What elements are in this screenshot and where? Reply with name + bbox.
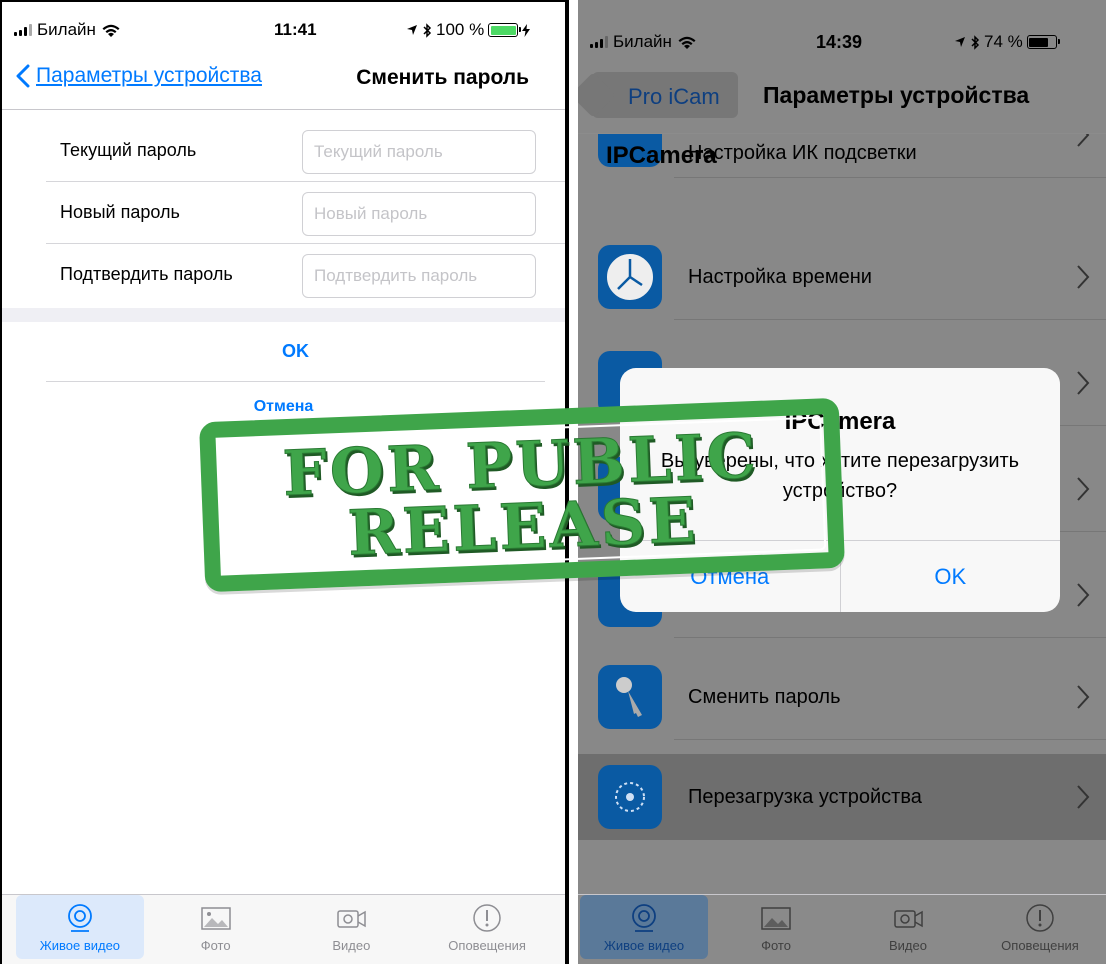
- list-item-label: Перезагрузка устройства: [688, 785, 922, 808]
- page-title: Сменить пароль: [356, 66, 529, 89]
- signal-icon: [590, 36, 608, 48]
- wifi-icon: [102, 24, 120, 37]
- ok-button[interactable]: OK: [46, 322, 545, 382]
- nav-bar: Параметры устройства Сменить пароль: [2, 50, 565, 110]
- status-time: 11:41: [274, 20, 317, 39]
- chevron-right-icon: [1077, 477, 1090, 501]
- chevron-right-icon: [1077, 134, 1090, 147]
- tab-alerts[interactable]: Оповещения: [976, 895, 1104, 959]
- carrier-indicator: Билайн: [590, 32, 697, 52]
- tab-video[interactable]: Видео: [287, 895, 415, 959]
- tab-live-video[interactable]: Живое видео: [15, 895, 144, 959]
- tab-video[interactable]: Видео: [844, 895, 972, 959]
- video-icon: [894, 910, 923, 928]
- carrier-name: Билайн: [37, 20, 96, 39]
- carrier-indicator: Билайн: [14, 20, 121, 40]
- wifi-icon: [678, 36, 696, 49]
- battery-percent: 100 %: [436, 20, 485, 39]
- live-video-icon: [67, 904, 92, 932]
- tab-label: Фото: [200, 938, 231, 953]
- list-item-label: Настройка ИК подсветки: [688, 142, 917, 164]
- battery-icon: [1026, 35, 1060, 49]
- tab-label: Живое видео: [603, 938, 685, 953]
- current-password-input[interactable]: [302, 130, 536, 174]
- nav-bar: Pro iCam Параметры устройства: [578, 60, 1106, 134]
- live-video-icon: [632, 904, 656, 932]
- section-gap: [2, 308, 565, 322]
- new-password-input[interactable]: [302, 192, 536, 236]
- chevron-right-icon: [1077, 583, 1090, 607]
- charging-icon: [522, 23, 531, 37]
- status-bar: Билайн 14:39 74 %: [578, 0, 1106, 60]
- alert-icon: [473, 904, 501, 932]
- list-item[interactable]: Сменить пароль: [578, 654, 1106, 740]
- keys-icon: [598, 665, 662, 729]
- photo-icon: [761, 907, 791, 930]
- signal-icon: [14, 24, 32, 36]
- reboot-icon: [598, 765, 662, 829]
- chevron-right-icon: [1077, 371, 1090, 395]
- current-password-label: Текущий пароль: [60, 140, 197, 160]
- tab-live-video[interactable]: Живое видео: [580, 895, 708, 959]
- chevron-left-icon: [16, 64, 30, 88]
- tab-label: Живое видео: [39, 938, 121, 953]
- bluetooth-icon: [971, 34, 980, 50]
- back-button-label: Параметры устройства: [36, 64, 262, 87]
- battery-percent: 74 %: [984, 32, 1023, 51]
- list-item-label: Настройка времени: [688, 265, 872, 288]
- alert-icon: [1026, 904, 1054, 932]
- public-release-stamp: FOR PUBLIC RELEASE: [198, 397, 846, 593]
- video-icon: [337, 910, 367, 928]
- back-button[interactable]: Параметры устройства: [16, 64, 262, 88]
- dialog-ok-button[interactable]: OK: [839, 541, 1061, 612]
- tab-label: Оповещения: [448, 938, 526, 953]
- list-item[interactable]: Настройка времени: [578, 234, 1106, 320]
- tab-label: Видео: [332, 938, 371, 953]
- clock-icon: [598, 245, 662, 309]
- location-icon: [407, 25, 417, 35]
- new-password-label: Новый пароль: [60, 202, 180, 222]
- tab-photo[interactable]: Фото: [712, 895, 840, 959]
- photo-icon: [200, 907, 231, 930]
- status-bar: Билайн 11:41 100 %: [2, 2, 565, 42]
- bluetooth-icon: [423, 22, 432, 38]
- tab-label: Видео: [889, 938, 927, 953]
- tab-alerts[interactable]: Оповещения: [423, 895, 551, 959]
- tab-photo[interactable]: Фото: [152, 895, 280, 959]
- confirm-password-row: Подтвердить пароль: [46, 244, 565, 306]
- list-item-selected[interactable]: Перезагрузка устройства: [578, 754, 1106, 840]
- tab-bar: Живое видео Фото Видео Оповещения: [2, 894, 565, 964]
- chevron-right-icon: [1077, 685, 1090, 709]
- tab-label: Фото: [761, 938, 791, 953]
- confirm-password-label: Подтвердить пароль: [60, 264, 233, 284]
- carrier-name: Билайн: [613, 32, 672, 51]
- status-time: 14:39: [816, 32, 863, 52]
- tab-label: Оповещения: [1001, 938, 1079, 953]
- section-header: IPCamera: [606, 142, 717, 169]
- current-password-row: Текущий пароль: [46, 120, 565, 182]
- confirm-password-input[interactable]: [302, 254, 536, 298]
- back-button[interactable]: Pro iCam: [592, 72, 738, 118]
- page-title: Параметры устройства: [763, 82, 1030, 108]
- battery-icon: [488, 23, 522, 37]
- chevron-right-icon: [1077, 785, 1090, 809]
- password-form: Текущий пароль Новый пароль Подтвердить …: [2, 120, 565, 306]
- location-icon: [955, 37, 965, 47]
- back-button-label: Pro iCam: [628, 84, 720, 109]
- chevron-right-icon: [1077, 265, 1090, 289]
- tab-bar: Живое видео Фото Видео Оповещения: [578, 894, 1106, 964]
- status-right-indicators: 100 %: [406, 20, 531, 40]
- new-password-row: Новый пароль: [46, 182, 565, 244]
- status-right-indicators: 74 %: [954, 32, 1060, 52]
- list-item-label: Сменить пароль: [688, 685, 841, 708]
